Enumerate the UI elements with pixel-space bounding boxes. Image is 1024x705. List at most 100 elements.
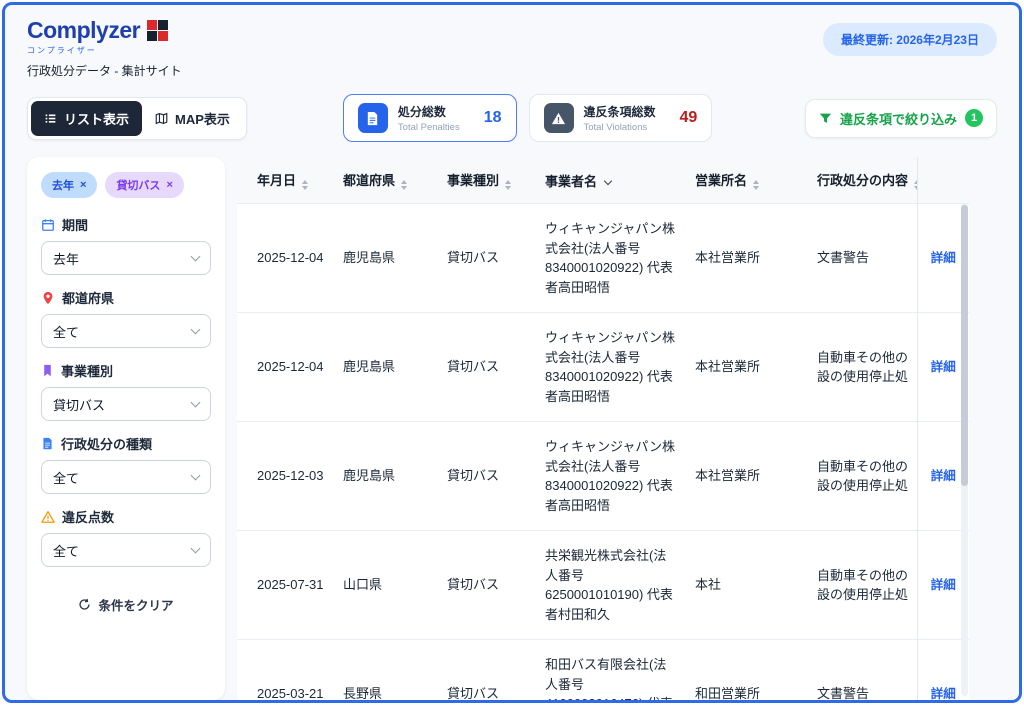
refresh-icon	[78, 598, 91, 611]
chevron-down-icon	[191, 470, 201, 480]
chevron-down-icon	[191, 324, 201, 334]
cell-operator: ウィキャンジャパン株式会社(法人番号 8340001020922) 代表者高田昭…	[537, 313, 687, 422]
chip-charter-bus[interactable]: 貸切バス ×	[105, 172, 183, 198]
cell-prefecture: 鹿児島県	[335, 313, 439, 422]
logo-mark-icon	[147, 20, 168, 41]
calendar-icon	[41, 218, 55, 232]
stat-card-total-violations: 違反条項総数 Total Violations 49	[529, 94, 713, 142]
cell-date: 2025-12-03	[237, 422, 335, 531]
violation-points-select[interactable]: 全て	[41, 533, 211, 567]
chip-last-year[interactable]: 去年 ×	[41, 172, 97, 198]
penalty-table-panel: 年月日 都道府県 事業種別 事業者名 営業所名 行政処分の内容 2025-12-…	[237, 157, 969, 700]
active-filter-chips: 去年 × 貸切バス ×	[41, 172, 211, 198]
stat-sublabel: Total Penalties	[398, 122, 460, 133]
business-type-select[interactable]: 貸切バス	[41, 387, 211, 421]
cell-operator: 和田バス有限会社(法人番号 4100002016476) 代表者相馬靖子	[537, 640, 687, 701]
filter-group-violation-points: 違反点数 全て	[41, 507, 211, 567]
scrollbar-thumb[interactable]	[961, 205, 968, 486]
column-header-date[interactable]: 年月日	[237, 157, 335, 204]
view-toggle: リスト表示 MAP表示	[27, 97, 247, 140]
stat-sublabel: Total Violations	[584, 122, 656, 133]
stat-cards: 処分総数 Total Penalties 18 違反条項総数 Total Vio…	[343, 94, 712, 142]
sort-icon	[505, 180, 511, 190]
stat-value: 49	[680, 109, 698, 127]
column-header-penalty[interactable]: 行政処分の内容	[809, 157, 917, 204]
sort-icon	[753, 180, 759, 190]
cell-penalty: 自動車その他の設の使用停止処	[809, 531, 917, 640]
select-value: 貸切バス	[53, 395, 105, 414]
detail-link[interactable]: 詳細	[931, 578, 956, 592]
table-header-row: 年月日 都道府県 事業種別 事業者名 営業所名 行政処分の内容	[237, 157, 969, 204]
period-select[interactable]: 去年	[41, 241, 211, 275]
location-pin-icon	[41, 291, 55, 305]
cell-office: 本社営業所	[687, 422, 809, 531]
cell-office: 本社	[687, 531, 809, 640]
stat-card-total-penalties: 処分総数 Total Penalties 18	[343, 94, 517, 142]
map-view-button[interactable]: MAP表示	[142, 101, 243, 136]
filter-label: 違反点数	[62, 507, 114, 526]
column-header-office[interactable]: 営業所名	[687, 157, 809, 204]
cell-operator: ウィキャンジャパン株式会社(法人番号 8340001020922) 代表者高田昭…	[537, 422, 687, 531]
column-header-detail	[917, 157, 969, 204]
detail-link[interactable]: 詳細	[931, 251, 956, 265]
content: 去年 × 貸切バス × 期間 去年	[5, 142, 1019, 700]
chevron-down-icon	[191, 251, 201, 261]
filter-group-business-type: 事業種別 貸切バス	[41, 361, 211, 421]
chip-label: 貸切バス	[116, 177, 160, 193]
cell-penalty: 文書警告	[809, 640, 917, 701]
cell-penalty: 自動車その他の設の使用停止処	[809, 422, 917, 531]
list-view-label: リスト表示	[64, 109, 129, 128]
column-header-prefecture[interactable]: 都道府県	[335, 157, 439, 204]
cell-business-type: 貸切バス	[439, 640, 537, 701]
cell-prefecture: 長野県	[335, 640, 439, 701]
stat-label: 処分総数	[398, 103, 460, 120]
select-value: 全て	[53, 322, 79, 341]
filter-group-penalty-type: 行政処分の種類 全て	[41, 434, 211, 494]
cell-penalty: 自動車その他の設の使用停止処	[809, 313, 917, 422]
violation-filter-button[interactable]: 違反条項で絞り込み 1	[805, 99, 997, 138]
document-icon	[358, 103, 388, 133]
select-value: 全て	[53, 468, 79, 487]
stat-value: 18	[484, 109, 502, 127]
penalty-type-select[interactable]: 全て	[41, 460, 211, 494]
cell-date: 2025-12-04	[237, 204, 335, 313]
app-logo: Complyzer	[27, 17, 140, 44]
chevron-down-icon	[604, 176, 612, 184]
prefecture-select[interactable]: 全て	[41, 314, 211, 348]
stat-label: 違反条項総数	[584, 103, 656, 120]
filter-count-badge: 1	[965, 109, 983, 127]
last-updated-badge: 最終更新: 2026年2月23日	[823, 23, 997, 56]
table-row: 2025-12-03 鹿児島県 貸切バス ウィキャンジャパン株式会社(法人番号 …	[237, 422, 969, 531]
penalty-table: 年月日 都道府県 事業種別 事業者名 営業所名 行政処分の内容 2025-12-…	[237, 157, 969, 700]
cell-business-type: 貸切バス	[439, 422, 537, 531]
clear-filters-label: 条件をクリア	[98, 595, 173, 614]
detail-link[interactable]: 詳細	[931, 469, 956, 483]
map-view-label: MAP表示	[175, 109, 230, 128]
column-header-business-type[interactable]: 事業種別	[439, 157, 537, 204]
chip-close-icon[interactable]: ×	[80, 179, 86, 191]
list-icon	[44, 112, 57, 125]
filter-label: 事業種別	[61, 361, 113, 380]
warning-icon	[41, 510, 55, 524]
clear-filters-button[interactable]: 条件をクリア	[78, 595, 173, 614]
table-body: 2025-12-04 鹿児島県 貸切バス ウィキャンジャパン株式会社(法人番号 …	[237, 204, 969, 701]
cell-date: 2025-03-21	[237, 640, 335, 701]
select-value: 去年	[53, 249, 79, 268]
table-row: 2025-07-31 山口県 貸切バス 共栄観光株式会社(法人番号 625000…	[237, 531, 969, 640]
detail-link[interactable]: 詳細	[931, 687, 956, 700]
funnel-icon	[819, 112, 832, 125]
cell-date: 2025-07-31	[237, 531, 335, 640]
filter-button-label: 違反条項で絞り込み	[840, 109, 957, 128]
chevron-down-icon	[191, 543, 201, 553]
cell-prefecture: 鹿児島県	[335, 204, 439, 313]
detail-link[interactable]: 詳細	[931, 360, 956, 374]
table-row: 2025-12-04 鹿児島県 貸切バス ウィキャンジャパン株式会社(法人番号 …	[237, 204, 969, 313]
filter-group-prefecture: 都道府県 全て	[41, 288, 211, 348]
table-scrollbar[interactable]	[961, 203, 968, 696]
toolbar: リスト表示 MAP表示 処分総数 Total Penalties 18	[5, 79, 1019, 142]
app-window: Complyzer コンプライザー 行政処分データ - 集計サイト 最終更新: …	[2, 2, 1022, 703]
list-view-button[interactable]: リスト表示	[31, 101, 142, 136]
chip-close-icon[interactable]: ×	[166, 179, 172, 191]
column-header-operator[interactable]: 事業者名	[537, 157, 687, 204]
table-row: 2025-03-21 長野県 貸切バス 和田バス有限会社(法人番号 410000…	[237, 640, 969, 701]
